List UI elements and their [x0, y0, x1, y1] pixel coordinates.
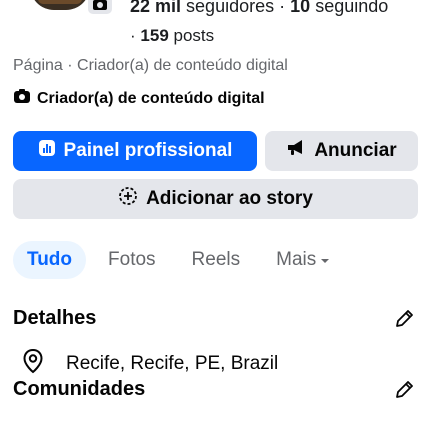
caret-down-icon	[320, 249, 330, 271]
creator-badge-row: Criador(a) de conteúdo digital	[13, 88, 265, 109]
posts-label: posts	[173, 26, 215, 45]
following-label: seguindo	[315, 0, 389, 16]
details-heading: Detalhes	[13, 307, 97, 329]
creator-badge-label: Criador(a) de conteúdo digital	[37, 89, 265, 107]
pencil-icon[interactable]	[393, 379, 415, 401]
creator-icon	[13, 88, 31, 109]
megaphone-icon	[286, 139, 306, 163]
add-to-story-label: Adicionar ao story	[146, 188, 313, 209]
posts-count: 159	[140, 26, 169, 45]
professional-dashboard-button[interactable]: Painel profissional	[13, 131, 257, 171]
location-pin-icon	[22, 348, 44, 380]
tab-reels[interactable]: Reels	[178, 241, 255, 279]
pencil-icon[interactable]	[393, 308, 415, 330]
professional-dashboard-label: Painel profissional	[63, 140, 233, 161]
profile-tabs: Tudo Fotos Reels Mais	[13, 241, 352, 279]
location-text: Recife, Recife, PE, Brazil	[66, 353, 279, 374]
stats-separator: ·	[279, 0, 286, 16]
tab-more[interactable]: Mais	[262, 241, 344, 279]
page-category: Página · Criador(a) de conteúdo digital	[13, 57, 288, 74]
avatar[interactable]	[30, 0, 90, 10]
posts-stats: · 159 posts	[130, 26, 214, 46]
profile-stats-row: 22 mil seguidores · 10 seguindo	[0, 0, 430, 20]
communities-heading: Comunidades	[13, 378, 146, 400]
tab-all[interactable]: Tudo	[13, 241, 87, 279]
advertise-label: Anunciar	[314, 140, 397, 161]
add-to-story-button[interactable]: Adicionar ao story	[13, 179, 418, 219]
following-count: 10	[290, 0, 311, 16]
advertise-button[interactable]: Anunciar	[265, 131, 418, 171]
tab-photos[interactable]: Fotos	[94, 241, 170, 279]
posts-prefix: ·	[130, 26, 136, 45]
followers-stats[interactable]: 22 mil seguidores · 10 seguindo	[130, 0, 388, 17]
followers-count: 22 mil	[130, 0, 182, 16]
camera-icon[interactable]	[88, 0, 112, 14]
add-story-icon	[118, 186, 138, 212]
location-row: Recife, Recife, PE, Brazil	[22, 348, 278, 380]
tab-more-label: Mais	[276, 249, 317, 270]
followers-label: seguidores	[186, 0, 275, 16]
dashboard-icon	[38, 139, 56, 163]
